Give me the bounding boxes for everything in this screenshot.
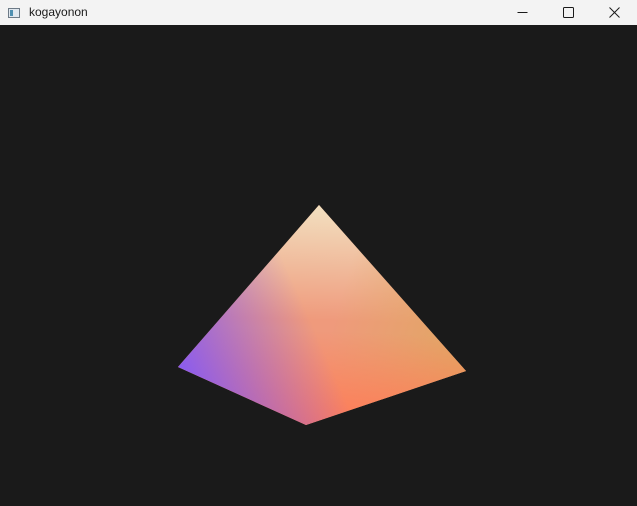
minimize-button[interactable] xyxy=(499,0,545,25)
title-bar[interactable]: kogayonon xyxy=(0,0,637,25)
pyramid-shape xyxy=(178,205,466,425)
maximize-icon xyxy=(562,7,574,18)
maximize-button[interactable] xyxy=(545,0,591,25)
window-controls xyxy=(499,0,637,25)
window-title: kogayonon xyxy=(29,5,88,19)
app-window-icon xyxy=(8,7,20,18)
render-viewport[interactable] xyxy=(0,25,637,506)
close-icon xyxy=(608,7,620,18)
app-window: kogayonon xyxy=(0,0,637,506)
minimize-icon xyxy=(517,12,527,13)
pyramid-render xyxy=(178,205,466,425)
close-button[interactable] xyxy=(591,0,637,25)
